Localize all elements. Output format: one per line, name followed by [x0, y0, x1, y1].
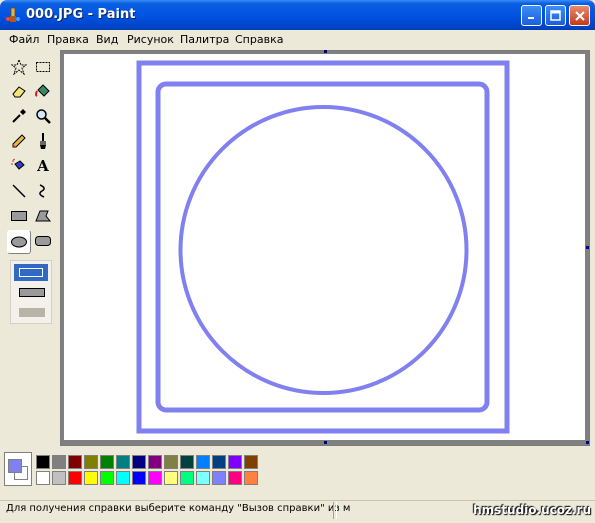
current-colors-box [4, 452, 32, 486]
eyedropper-icon [12, 109, 26, 123]
color-swatch[interactable] [164, 471, 178, 485]
drawing-canvas[interactable] [64, 54, 585, 440]
airbrush-icon [11, 158, 25, 170]
color-swatch[interactable] [212, 455, 226, 469]
color-swatch[interactable] [180, 471, 194, 485]
close-button[interactable] [569, 5, 590, 26]
tool-options-panel [10, 260, 52, 324]
brush-icon [40, 133, 46, 149]
menu-edit[interactable]: Правка [47, 33, 89, 46]
color-swatch[interactable] [180, 455, 194, 469]
brush-tool[interactable] [32, 130, 54, 152]
rectangle-tool[interactable] [8, 205, 30, 227]
color-swatch[interactable] [196, 455, 210, 469]
color-swatch[interactable] [196, 471, 210, 485]
polygon-icon [35, 210, 52, 222]
color-swatch[interactable] [228, 471, 242, 485]
color-swatch[interactable] [116, 455, 130, 469]
line-icon [12, 184, 26, 198]
color-swatch[interactable] [164, 455, 178, 469]
rect-select-icon [36, 62, 50, 72]
status-help-text: Для получения справки выберите команду "… [6, 503, 351, 514]
watermark-text: hmstudio.ucoz.ru [473, 503, 591, 517]
text-tool[interactable]: A [32, 155, 54, 177]
circle-shape [178, 105, 469, 395]
color-swatch[interactable] [84, 455, 98, 469]
menu-file[interactable]: Файл [9, 33, 39, 46]
menu-view[interactable]: Вид [96, 33, 118, 46]
status-divider [333, 502, 337, 519]
color-swatch[interactable] [116, 471, 130, 485]
color-swatch[interactable] [36, 471, 50, 485]
color-swatch[interactable] [84, 471, 98, 485]
paint-bucket-icon [35, 84, 50, 97]
outer-square-shape [136, 60, 510, 434]
color-swatch[interactable] [212, 471, 226, 485]
menu-image[interactable]: Рисунок [127, 33, 174, 46]
magnifier-tool[interactable] [32, 105, 54, 127]
color-swatch[interactable] [148, 455, 162, 469]
resize-handle-top[interactable] [324, 50, 327, 53]
rounded-rect-icon [35, 236, 51, 246]
minimize-icon [528, 17, 534, 19]
rectangle-icon [11, 211, 27, 221]
pencil-tool[interactable] [8, 130, 30, 152]
star-select-icon [11, 59, 27, 75]
resize-handle-bottom[interactable] [324, 441, 327, 444]
ellipse-tool[interactable] [7, 230, 31, 254]
magnifier-icon [36, 109, 51, 124]
menu-bar [0, 30, 595, 50]
line-tool[interactable] [8, 180, 30, 202]
color-swatch[interactable] [36, 455, 50, 469]
color-swatch[interactable] [68, 455, 82, 469]
rounded-rectangle-shape [155, 81, 490, 413]
color-swatch[interactable] [132, 471, 146, 485]
pencil-icon [12, 134, 26, 148]
eraser-icon [12, 86, 26, 98]
resize-handle-corner[interactable] [586, 441, 589, 444]
close-icon [574, 10, 585, 21]
pick-color-tool[interactable] [8, 105, 30, 127]
drawing-image [136, 60, 510, 434]
rect-select-tool[interactable] [32, 56, 54, 78]
color-swatch[interactable] [52, 471, 66, 485]
menu-help[interactable]: Справка [235, 33, 283, 46]
foreground-color-swatch[interactable] [8, 459, 22, 473]
rounded-rect-tool[interactable] [32, 230, 54, 252]
paint-app-icon[interactable] [5, 7, 21, 23]
curve-tool[interactable] [32, 180, 54, 202]
polygon-tool[interactable] [32, 205, 54, 227]
ellipse-icon [11, 236, 27, 248]
fill-tool[interactable] [32, 80, 54, 102]
fill-style-outline-filled-option[interactable] [14, 284, 48, 301]
color-swatch[interactable] [52, 455, 66, 469]
color-swatch[interactable] [132, 455, 146, 469]
free-form-select-tool[interactable] [8, 56, 30, 78]
window-title: 000.JPG - Paint [26, 7, 136, 22]
fill-style-outline-option[interactable] [14, 264, 48, 281]
color-swatch[interactable] [228, 455, 242, 469]
minimize-button[interactable] [521, 5, 542, 26]
curve-icon [39, 184, 45, 198]
color-swatch[interactable] [244, 455, 258, 469]
color-swatch[interactable] [68, 471, 82, 485]
palette-swatches [36, 455, 266, 487]
maximize-button[interactable] [545, 5, 566, 26]
text-icon: A [37, 157, 49, 175]
color-swatch[interactable] [148, 471, 162, 485]
toolbox: A [3, 52, 57, 446]
airbrush-tool[interactable] [8, 155, 30, 177]
fill-style-filled-option[interactable] [14, 304, 48, 321]
color-swatch[interactable] [100, 455, 114, 469]
menu-colors[interactable]: Палитра [180, 33, 229, 46]
maximize-icon [550, 10, 561, 21]
eraser-tool[interactable] [8, 80, 30, 102]
color-swatch[interactable] [100, 471, 114, 485]
resize-handle-right[interactable] [586, 246, 589, 249]
color-swatch[interactable] [244, 471, 258, 485]
